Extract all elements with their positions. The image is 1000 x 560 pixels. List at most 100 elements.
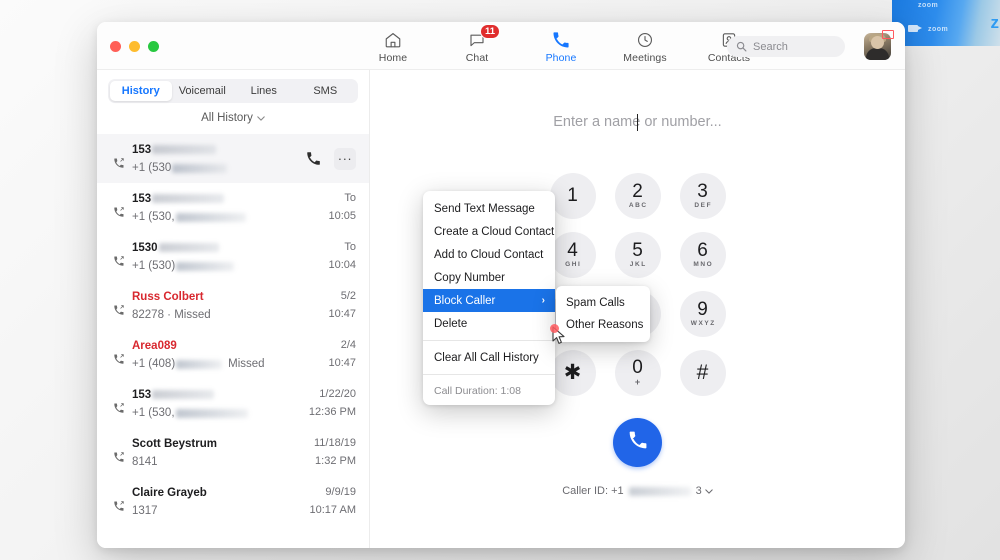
tab-voicemail[interactable]: Voicemail — [172, 81, 234, 101]
key-letters: ABC — [628, 202, 648, 209]
call-row-subtitle: 82278 · Missed — [132, 308, 322, 322]
tab-history[interactable]: History — [110, 81, 172, 101]
tab-lines[interactable]: Lines — [233, 81, 295, 101]
call-history-row[interactable]: Area089 +1 (408) Missed 2/4 10:47 — [97, 330, 369, 379]
call-history-row[interactable]: 1530 +1 (530) To 10:04 — [97, 232, 369, 281]
call-row-subtitle: +1 (530 — [132, 161, 302, 175]
text-cursor — [636, 114, 638, 131]
menu-item-add-to-cloud-contact[interactable]: Add to Cloud Contact — [423, 243, 555, 266]
menu-item-clear-all-call-history[interactable]: Clear All Call History — [423, 346, 555, 369]
search-input[interactable]: Search — [727, 36, 845, 57]
key-circle: 0 + — [614, 349, 661, 396]
redacted-name — [152, 390, 215, 399]
dialpad-key-9[interactable]: 9 WXYZ — [670, 284, 735, 343]
menu-item-label: Block Caller — [434, 294, 496, 307]
block-caller-submenu: Spam Calls Other Reasons — [556, 286, 650, 342]
dialpad-keys: 12ABC3DEF4GHI5JKL6MNO7PQRS8TUV9WXYZ✱0+# — [540, 166, 735, 402]
menu-item-send-text-message[interactable]: Send Text Message — [423, 197, 555, 220]
minimize-window-button[interactable] — [129, 41, 140, 52]
call-back-button[interactable] — [302, 148, 324, 170]
call-row-text: 153 +1 (530 — [127, 142, 302, 175]
call-history-row[interactable]: Scott Beystrum 8141 11/18/19 1:32 PM — [97, 428, 369, 477]
key-circle: 1 — [549, 172, 596, 219]
caller-id-prefix: Caller ID: +1 — [562, 485, 624, 497]
dialpad-key-0[interactable]: 0 + — [605, 343, 670, 402]
call-row-subtitle: +1 (408) Missed — [132, 357, 322, 371]
menu-item-label: Send Text Message — [434, 202, 535, 215]
call-row-name: Area089 — [132, 338, 322, 353]
key-circle: 6 MNO — [679, 231, 726, 278]
caller-id-selector[interactable]: Caller ID: +1 3 — [562, 485, 713, 497]
menu-item-label: Delete — [434, 317, 468, 330]
redacted-name — [152, 194, 225, 203]
caller-id-suffix: 3 — [695, 485, 702, 497]
redacted-number — [176, 359, 223, 369]
call-date: 5/2 — [340, 290, 356, 303]
call-date: 9/9/19 — [325, 486, 356, 499]
row-context-menu: Send Text Message Create a Cloud Contact A… — [423, 191, 555, 405]
dialpad-key-6[interactable]: 6 MNO — [670, 225, 735, 284]
clock-icon — [636, 30, 654, 50]
nav-item-home[interactable]: Home — [362, 26, 424, 64]
nav-item-meetings[interactable]: Meetings — [614, 26, 676, 64]
call-row-timestamp: To 10:05 — [322, 190, 356, 224]
avatar-body — [866, 48, 889, 60]
call-history-row[interactable]: Claire Grayeb 1317 9/9/19 10:17 AM — [97, 477, 369, 526]
phone-icon — [628, 430, 648, 455]
dialpad-key-5[interactable]: 5 JKL — [605, 225, 670, 284]
call-row-timestamp: 11/18/19 1:32 PM — [308, 435, 356, 469]
call-row-name: 153 — [132, 142, 302, 157]
close-window-button[interactable] — [110, 41, 121, 52]
nav-item-phone[interactable]: Phone — [530, 26, 592, 64]
call-history-row[interactable]: 153 +1 (530, 1/22/20 12:36 PM — [97, 379, 369, 428]
call-row-subtitle: +1 (530, — [132, 210, 322, 224]
call-history-row[interactable]: 153 +1 (530 ··· — [97, 134, 369, 183]
nav-label: Phone — [545, 52, 577, 64]
tab-sms[interactable]: SMS — [295, 81, 357, 101]
dialpad-key-2[interactable]: 2 ABC — [605, 166, 670, 225]
call-date: 1/22/20 — [319, 388, 356, 401]
nav-label: Home — [378, 52, 408, 64]
submenu-item-other-reasons[interactable]: Other Reasons — [556, 314, 650, 336]
call-button[interactable] — [613, 418, 662, 467]
missed-call-label: Missed — [228, 358, 265, 370]
call-row-number: +1 (530 — [132, 162, 172, 174]
chevron-right-icon: › — [541, 295, 545, 306]
call-history-row[interactable]: Russ Colbert 82278 · Missed 5/2 10:47 — [97, 281, 369, 330]
history-filter-dropdown[interactable]: All History — [97, 103, 369, 132]
zoom-phone-window: Home Chat 11 Phone Meetings Contacts Search H… — [97, 22, 905, 548]
call-time: 10:05 — [328, 209, 356, 222]
dialpad-key-3[interactable]: 3 DEF — [670, 166, 735, 225]
avatar[interactable] — [864, 33, 891, 60]
dial-number-input[interactable]: Enter a name or number... — [488, 114, 788, 134]
maximize-window-button[interactable] — [148, 41, 159, 52]
call-row-name: Claire Grayeb — [132, 485, 304, 500]
call-row-number: +1 (408) — [132, 358, 176, 370]
key-letters: DEF — [694, 202, 713, 209]
dialpad-key-pound[interactable]: # — [670, 343, 735, 402]
menu-item-create-a-cloud-contact[interactable]: Create a Cloud Contact — [423, 220, 555, 243]
call-date: 11/18/19 — [313, 437, 356, 450]
menu-item-copy-number[interactable]: Copy Number — [423, 266, 555, 289]
call-history-sidebar: History Voicemail Lines SMS All History 153… — [97, 70, 370, 548]
call-history-row[interactable]: 153 +1 (530, To 10:05 — [97, 183, 369, 232]
call-row-number: +1 (530) — [132, 260, 176, 272]
key-circle: 9 WXYZ — [679, 290, 726, 337]
nav-label: Chat — [465, 52, 489, 64]
submenu-item-spam-calls[interactable]: Spam Calls — [556, 292, 650, 314]
key-circle: 3 DEF — [679, 172, 726, 219]
home-icon — [384, 30, 402, 50]
avatar-face — [871, 36, 884, 49]
key-circle: 5 JKL — [614, 231, 661, 278]
menu-divider — [423, 374, 555, 375]
menu-item-block-caller[interactable]: Block Caller › — [423, 289, 555, 312]
menu-item-delete[interactable]: Delete — [423, 312, 555, 335]
more-options-button[interactable]: ··· — [334, 147, 356, 170]
call-history-list[interactable]: 153 +1 (530 ··· 153 +1 (530, To 10:05 1530 +1 (5… — [97, 132, 369, 548]
call-row-name-text: 1530 — [132, 241, 158, 254]
nav-item-chat[interactable]: Chat 11 — [446, 24, 508, 64]
call-row-number: 82278 · Missed — [132, 309, 211, 321]
search-placeholder: Search — [753, 40, 788, 53]
zoom-branding-poster: zoom zoom z — [892, 0, 1000, 46]
call-row-number: 1317 — [132, 505, 158, 517]
